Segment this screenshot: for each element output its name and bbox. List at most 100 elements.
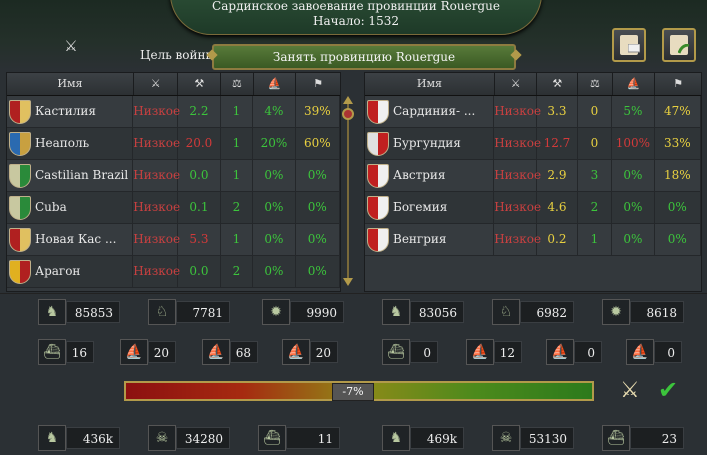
peace-offer-button[interactable] (612, 28, 646, 62)
left-transports: ⛵ 20 (282, 339, 338, 365)
col-warscore-icon[interactable]: ⚒ (178, 73, 222, 95)
table-row[interactable]: Австрия Низкое 2.9 3 0% 18% (365, 160, 701, 192)
country-label: Кастилия (35, 104, 96, 118)
country-shield-icon[interactable] (367, 195, 389, 220)
scroll-up-arrow[interactable] (343, 96, 353, 104)
left-light-ships: ⛵ 20 (120, 339, 176, 365)
warscore-value: 4.6 (537, 192, 578, 223)
table-row[interactable]: Castilian Brazil Низкое 0.0 1 0% 0% (7, 160, 341, 192)
col-warscore-icon[interactable]: ⚒ (537, 73, 579, 95)
table-row[interactable]: Cuba Низкое 0.1 2 0% 0% (7, 192, 341, 224)
table-row[interactable]: Богемия Низкое 4.6 2 0% 0% (365, 192, 701, 224)
sunk-ship-icon: ⛴ (602, 425, 630, 451)
balance-value: 3 (578, 160, 613, 191)
col-army-icon[interactable]: ⚑ (655, 73, 701, 95)
country-shield-icon[interactable] (9, 131, 31, 156)
attackers-scrollbar[interactable] (341, 96, 355, 286)
col-name[interactable]: Имя (365, 73, 495, 95)
warscore-value: 2.9 (537, 160, 578, 191)
scroll-track[interactable] (347, 104, 349, 280)
country-shield-icon[interactable] (9, 227, 31, 252)
relations-value: Низкое (133, 96, 180, 127)
right-galleys: ⛵ 0 (546, 339, 602, 365)
country-shield-icon[interactable] (9, 163, 31, 188)
relations-value: Низкое (494, 128, 541, 159)
checkmark-icon[interactable]: ✔ (658, 376, 678, 404)
transport-icon: ⛵ (282, 339, 310, 365)
artillery-icon: ✹ (602, 299, 630, 325)
ships-value: 0% (253, 160, 296, 191)
col-relations-icon[interactable]: ⚔ (134, 73, 179, 95)
col-ships-icon[interactable]: ⛵ (254, 73, 297, 95)
defenders-header: Имя ⚔ ⚒ ⚖ ⛵ ⚑ (365, 73, 701, 96)
manpower-icon: ♞ (382, 425, 410, 451)
col-balance-icon[interactable]: ⚖ (578, 73, 613, 95)
balance-value: 0 (578, 96, 613, 127)
country-name: Сардиния- ... (365, 96, 495, 127)
warscore-value: 5.3 (178, 224, 221, 255)
war-goal-value[interactable]: Занять провинцию Rouergue (212, 44, 516, 70)
right-manpower: ♞ 469k (382, 425, 464, 451)
col-name[interactable]: Имя (7, 73, 134, 95)
balance-value: 2 (578, 192, 613, 223)
relations-value: Низкое (133, 256, 180, 287)
left-cavalry: ♘ 7781 (148, 299, 230, 325)
country-name: Арагон (7, 256, 134, 287)
table-row[interactable]: Сардиния- ... Низкое 3.3 0 5% 47% (365, 96, 701, 128)
relations-value: Низкое (494, 96, 541, 127)
table-row[interactable]: Новая Кас ... Низкое 5.3 1 0% 0% (7, 224, 341, 256)
col-relations-icon[interactable]: ⚔ (495, 73, 538, 95)
right-heavy-ships: ⛴ 0 (382, 339, 438, 365)
country-shield-icon[interactable] (367, 227, 389, 252)
country-label: Богемия (393, 200, 448, 214)
balance-value: 0 (578, 128, 613, 159)
right-ships-lost: ⛴ 23 (602, 425, 684, 451)
col-army-icon[interactable]: ⚑ (296, 73, 340, 95)
relations-value: Низкое (133, 128, 180, 159)
table-row[interactable]: Венгрия Низкое 0.2 1 0% 0% (365, 224, 701, 256)
white-flag-icon (628, 44, 640, 53)
war-goal-label: Цель войны (140, 48, 216, 62)
attackers-table: Имя ⚔ ⚒ ⚖ ⛵ ⚑ Кастилия Низкое 2.2 1 4% 39% Неа… (6, 72, 341, 292)
table-row[interactable]: Арагон Низкое 0.0 2 0% 0% (7, 256, 341, 288)
divider (0, 293, 707, 294)
country-shield-icon[interactable] (9, 99, 31, 124)
country-shield-icon[interactable] (367, 131, 389, 156)
ships-value: 5% (612, 96, 655, 127)
country-name: Кастилия (7, 96, 134, 127)
table-row[interactable]: Кастилия Низкое 2.2 1 4% 39% (7, 96, 341, 128)
table-row[interactable]: Бургундия Низкое 12.7 0 100% 33% (365, 128, 701, 160)
crossed-swords-icon[interactable]: ⚔ (620, 378, 640, 403)
balance-value: 1 (221, 96, 254, 127)
heavy-ship-icon: ⛴ (38, 339, 66, 365)
col-ships-icon[interactable]: ⛵ (613, 73, 656, 95)
right-infantry: ♞ 83056 (382, 299, 464, 325)
country-shield-icon[interactable] (367, 99, 389, 124)
relations-value: Низкое (133, 160, 180, 191)
relations-value: Низкое (133, 224, 180, 255)
army-value: 60% (296, 128, 341, 159)
ships-value: 20% (253, 128, 296, 159)
army-value: 0% (655, 224, 701, 255)
country-label: Арагон (35, 264, 81, 278)
left-galleys: ⛵ 68 (202, 339, 258, 365)
ships-value: 0% (612, 224, 655, 255)
country-shield-icon[interactable] (9, 195, 31, 220)
relations-value: Низкое (494, 224, 541, 255)
right-losses: ☠ 53130 (492, 425, 574, 451)
army-value: 47% (655, 96, 701, 127)
scroll-thumb[interactable] (342, 108, 354, 120)
country-shield-icon[interactable] (367, 163, 389, 188)
ships-value: 0% (253, 256, 296, 287)
light-ship-icon: ⛵ (466, 339, 494, 365)
scroll-down-arrow[interactable] (343, 278, 353, 286)
country-label: Бургундия (393, 136, 461, 150)
country-shield-icon[interactable] (9, 259, 31, 284)
col-balance-icon[interactable]: ⚖ (221, 73, 254, 95)
country-name: Австрия (365, 160, 495, 191)
country-name: Венгрия (365, 224, 495, 255)
demand-peace-button[interactable] (662, 28, 696, 62)
war-title: Сардинское завоевание провинции Rouergue (212, 0, 500, 13)
army-value: 0% (296, 256, 341, 287)
table-row[interactable]: Неаполь Низкое 20.0 1 20% 60% (7, 128, 341, 160)
